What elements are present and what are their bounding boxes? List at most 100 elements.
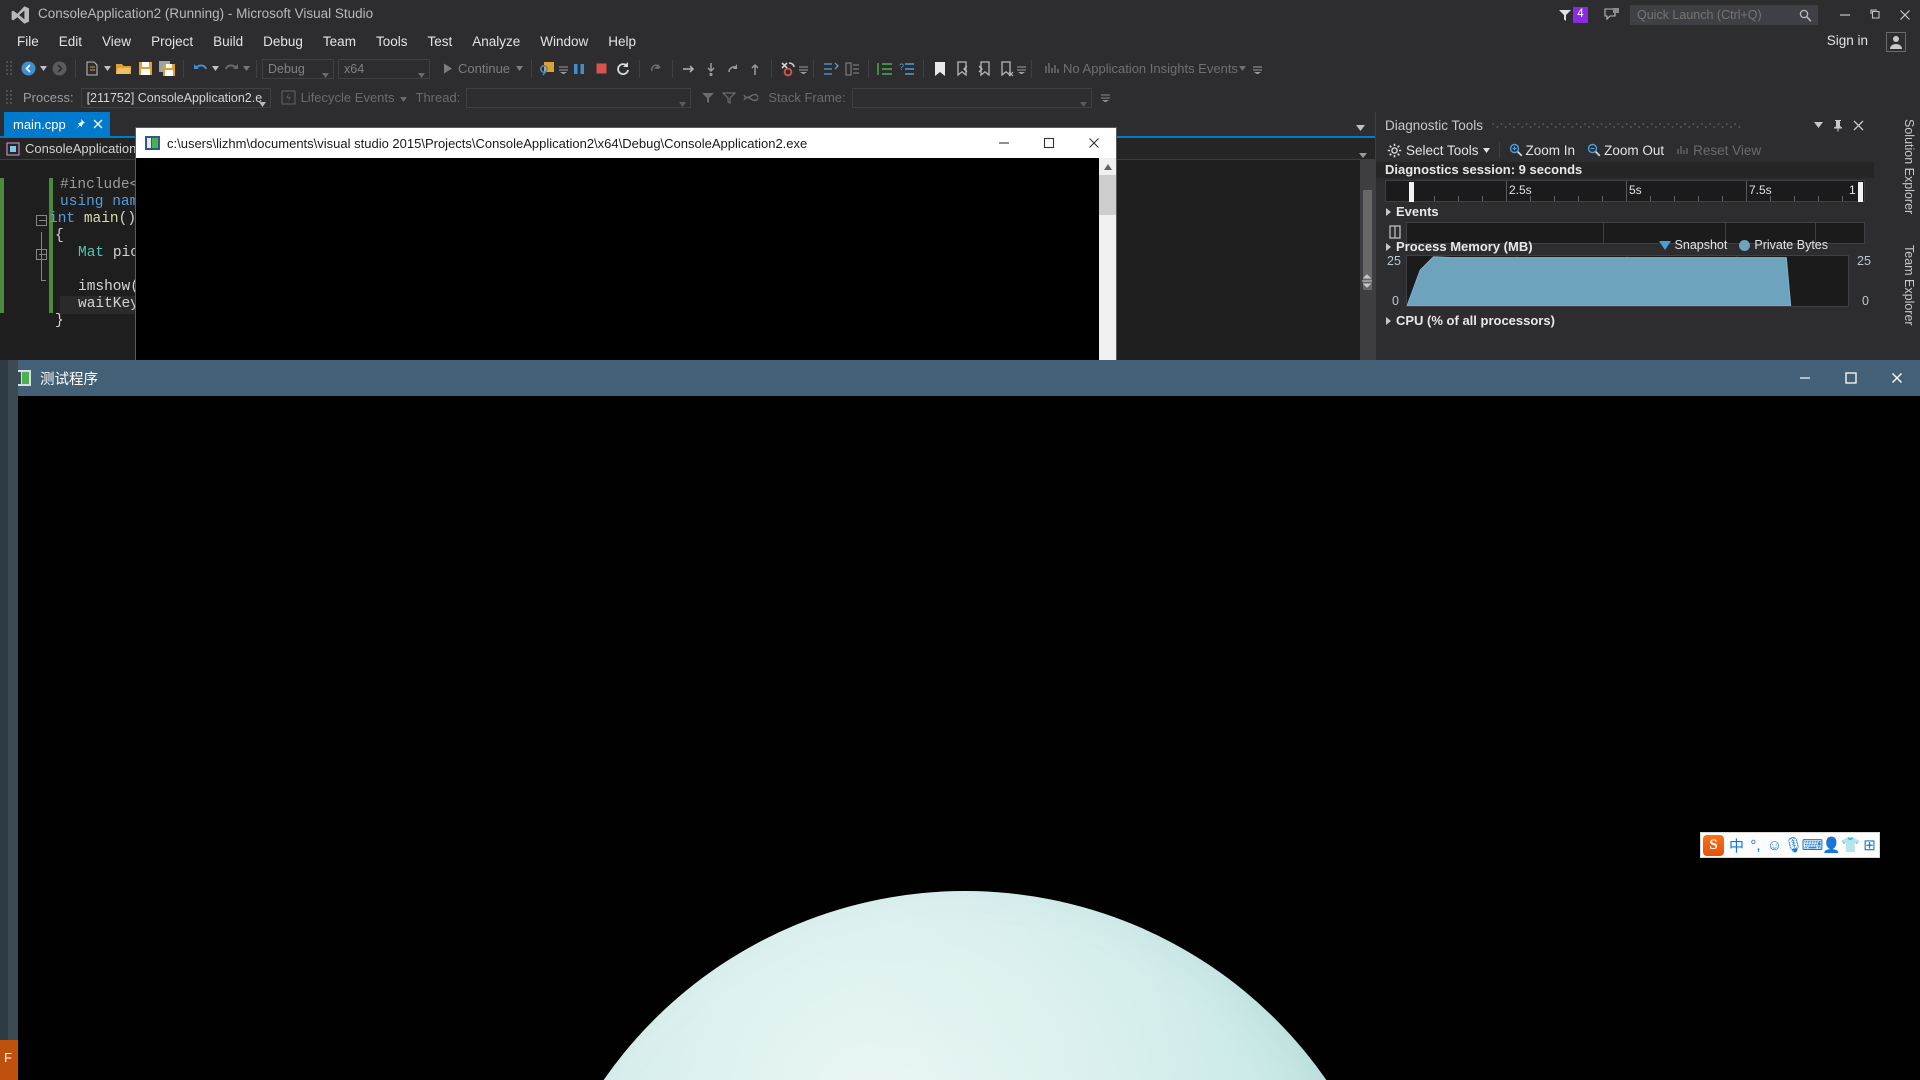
step-arrow-right-icon[interactable] (678, 58, 700, 80)
navigate-back-icon[interactable] (17, 58, 39, 80)
voice-input-icon[interactable]: 🎙 (1784, 834, 1803, 856)
menu-item-build[interactable]: Build (203, 31, 253, 52)
quick-launch-input[interactable] (1631, 7, 1791, 22)
comment-block-icon[interactable] (841, 58, 863, 80)
attach-to-process-icon[interactable] (537, 58, 559, 80)
toolbox-icon[interactable]: ⊞ (1860, 834, 1879, 856)
soft-keyboard-icon[interactable]: ⌨ (1802, 834, 1824, 856)
next-bookmark-icon[interactable] (973, 58, 995, 80)
tab-main-cpp[interactable]: main.cpp (4, 112, 110, 136)
vs-restore-button[interactable] (1860, 0, 1890, 29)
chevron-down-icon[interactable] (516, 66, 524, 71)
process-memory-chart[interactable] (1406, 255, 1849, 307)
panel-close-button[interactable] (1848, 115, 1868, 135)
console-scroll-thumb[interactable] (1099, 175, 1116, 215)
zoom-in-button[interactable]: Zoom In (1503, 143, 1582, 158)
unflag-threads-icon[interactable] (722, 91, 737, 105)
console-scrollbar[interactable] (1099, 158, 1116, 362)
tab-list-dropdown[interactable] (1356, 118, 1365, 136)
step-out-icon[interactable] (744, 58, 766, 80)
stack-frame-combo[interactable] (851, 87, 1092, 108)
menu-item-window[interactable]: Window (530, 31, 598, 52)
emoji-icon[interactable]: ☺ (1765, 834, 1784, 856)
punctuation-mode-icon[interactable]: °, (1746, 834, 1765, 856)
solution-platform-combo[interactable]: x64 (338, 58, 430, 79)
scroll-up-icon[interactable] (1099, 158, 1116, 175)
show-next-statement-icon[interactable] (645, 58, 667, 80)
close-icon[interactable] (92, 118, 104, 130)
collapse-main-icon[interactable] (36, 215, 47, 226)
thread-combo[interactable] (466, 87, 692, 108)
menu-item-test[interactable]: Test (417, 31, 462, 52)
tab-solution-explorer[interactable]: Solution Explorer (1898, 114, 1920, 219)
account-icon[interactable] (1886, 32, 1906, 52)
navigate-back-dropdown[interactable] (39, 58, 48, 80)
console-window[interactable]: c:\users\lizhm\documents\visual studio 2… (136, 128, 1116, 362)
vs-close-button[interactable] (1890, 0, 1920, 29)
bookmark-icon[interactable] (929, 58, 951, 80)
image-close-button[interactable] (1874, 360, 1920, 396)
step-over-icon[interactable] (722, 58, 744, 80)
process-combo[interactable]: [211752] ConsoleApplication2.e (80, 87, 271, 108)
cpu-expander-icon[interactable] (1386, 317, 1391, 325)
vs-minimize-button[interactable] (1830, 0, 1860, 29)
skin-icon[interactable]: 👕 (1841, 834, 1860, 856)
ruler-left-handle[interactable] (1409, 182, 1414, 202)
memory-expander-icon[interactable] (1386, 243, 1391, 251)
bookmarks-dropdown[interactable] (1017, 58, 1027, 80)
breakpoints-dropdown[interactable] (799, 58, 809, 80)
quick-launch-box[interactable] (1630, 4, 1818, 25)
sogou-ime-toolbar[interactable]: S 中 °, ☺ 🎙 ⌨ 👤 👕 ⊞ (1700, 832, 1880, 858)
console-close-button[interactable] (1071, 128, 1116, 158)
toolbar-grip[interactable] (5, 60, 14, 78)
flag-threads-icon[interactable] (701, 91, 715, 105)
debug-toolbar-overflow[interactable] (1100, 89, 1110, 107)
events-expander-icon[interactable] (1386, 208, 1391, 216)
panel-menu-button[interactable] (1808, 115, 1828, 135)
console-minimize-button[interactable] (981, 128, 1026, 158)
attach-dropdown[interactable] (559, 58, 569, 80)
redo-icon[interactable] (220, 58, 242, 80)
panel-drag-dots[interactable] (1489, 122, 1802, 129)
open-file-icon[interactable] (112, 58, 134, 80)
pause-icon[interactable] (568, 58, 590, 80)
split-editor-handle[interactable] (1359, 272, 1375, 290)
toolbar-grip[interactable] (5, 89, 14, 107)
image-minimize-button[interactable] (1782, 360, 1828, 396)
menu-item-view[interactable]: View (92, 31, 141, 52)
notification-count-badge[interactable]: 4 (1573, 6, 1588, 23)
save-all-icon[interactable] (156, 58, 178, 80)
menu-item-file[interactable]: File (7, 31, 49, 52)
restart-icon[interactable] (612, 58, 634, 80)
navigate-forward-icon[interactable] (48, 58, 70, 80)
image-display-canvas[interactable] (0, 396, 1920, 1080)
menu-item-edit[interactable]: Edit (49, 31, 92, 52)
pin-icon[interactable] (74, 118, 86, 130)
continue-button[interactable]: Continue (438, 61, 526, 76)
toggle-outlining-icon[interactable] (819, 58, 841, 80)
clear-bookmarks-icon[interactable] (995, 58, 1017, 80)
select-tools-button[interactable]: Select Tools (1381, 143, 1496, 158)
app-insights-dropdown[interactable] (1238, 58, 1247, 80)
editor-vertical-scrollbar[interactable] (1360, 160, 1375, 365)
image-viewer-window[interactable]: 测试程序 (0, 360, 1920, 1080)
toolbar-overflow[interactable] (1252, 58, 1262, 80)
language-mode-icon[interactable]: 中 (1727, 834, 1746, 856)
menu-item-team[interactable]: Team (313, 31, 366, 52)
prev-bookmark-icon[interactable] (951, 58, 973, 80)
undo-dropdown[interactable] (211, 58, 220, 80)
tab-team-explorer[interactable]: Team Explorer (1898, 240, 1920, 331)
comment-selection-icon[interactable] (874, 58, 896, 80)
new-project-dropdown[interactable] (103, 58, 112, 80)
diagnostics-timeline-ruler[interactable]: 2.5s 5s 7.5s 1 (1385, 180, 1865, 202)
stop-icon[interactable] (590, 58, 612, 80)
new-project-icon[interactable] (81, 58, 103, 80)
user-center-icon[interactable]: 👤 (1822, 834, 1841, 856)
ruler-right-handle[interactable] (1858, 182, 1863, 202)
menu-item-tools[interactable]: Tools (366, 31, 418, 52)
taskbar-app-sliver[interactable]: F (0, 1040, 18, 1080)
console-output-area[interactable] (136, 158, 1116, 362)
sogou-logo-icon[interactable]: S (1703, 834, 1724, 856)
zoom-out-button[interactable]: Zoom Out (1581, 143, 1670, 158)
step-into-icon[interactable] (700, 58, 722, 80)
